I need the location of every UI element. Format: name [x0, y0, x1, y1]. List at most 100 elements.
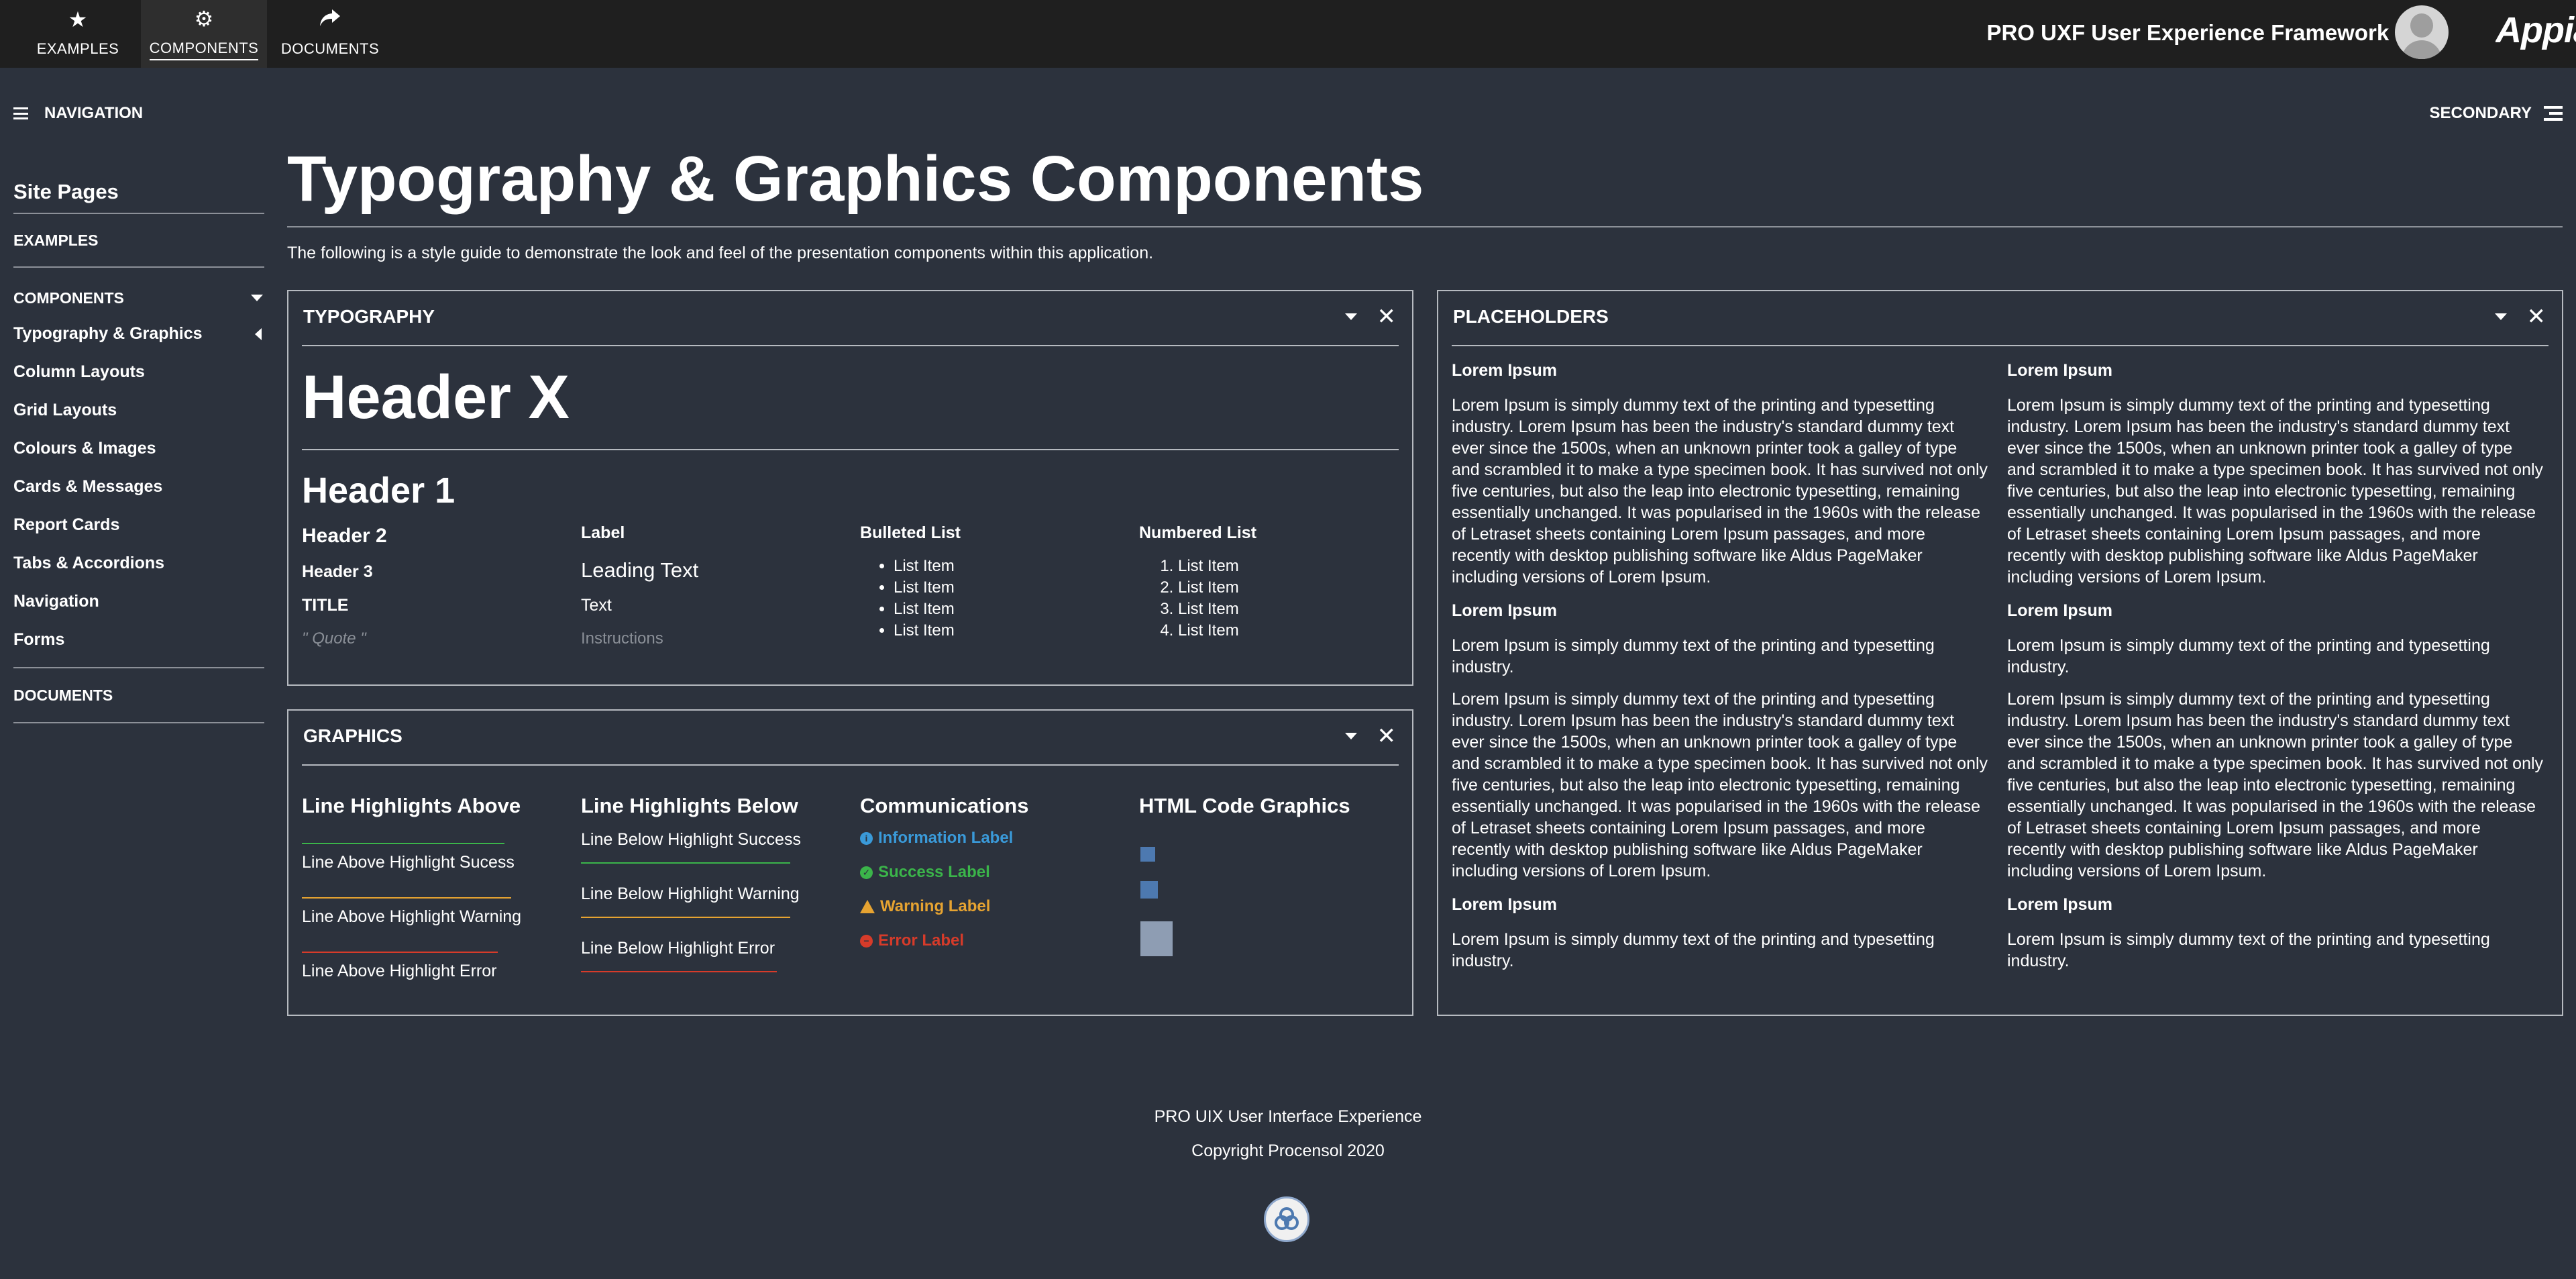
list-item: List Item — [1178, 620, 1239, 642]
placeholder-heading: Lorem Ipsum — [1452, 895, 1557, 914]
highlight-line-warning — [302, 897, 511, 899]
line-above-warning: Line Above Highlight Warning — [302, 907, 522, 926]
close-icon[interactable]: ✕ — [1377, 723, 1397, 750]
bulleted-list: List Item List Item List Item List Item — [860, 556, 955, 642]
placeholder-paragraph: Lorem Ipsum is simply dummy text of the … — [2007, 690, 2544, 880]
collapse-icon[interactable] — [2495, 313, 2507, 320]
close-icon[interactable]: ✕ — [1377, 303, 1397, 330]
sidebar-documents[interactable]: DOCUMENTS — [13, 668, 264, 722]
highlight-line-success — [581, 862, 790, 864]
avatar-body — [2402, 40, 2442, 59]
hamburger-icon — [13, 107, 28, 119]
code-graphic-large — [1140, 921, 1173, 956]
information-label: i Information Label — [860, 829, 1013, 848]
line-below-success: Line Below Highlight Success — [581, 830, 801, 849]
sidebar-item-label: Grid Layouts — [13, 401, 117, 419]
list-item: List Item — [894, 577, 955, 599]
chevron-down-icon — [251, 295, 263, 301]
placeholder-paragraph: Lorem Ipsum is simply dummy text of the … — [1452, 636, 1935, 676]
sidebar-examples-label: EXAMPLES — [13, 231, 99, 249]
sidebar-item-forms[interactable]: Forms — [13, 621, 264, 659]
placeholder-heading: Lorem Ipsum — [2007, 895, 2112, 914]
star-icon: ★ — [68, 7, 88, 32]
topnav-documents-label: DOCUMENTS — [280, 40, 380, 57]
sidebar-item-column-layouts[interactable]: Column Layouts — [13, 353, 264, 391]
gear-icon: ⚙ — [194, 7, 214, 31]
sidebar-documents-label: DOCUMENTS — [13, 686, 113, 704]
placeholder-paragraph: Lorem Ipsum is simply dummy text of the … — [2007, 396, 2544, 586]
collapse-icon[interactable] — [1345, 733, 1357, 739]
panel-title: GRAPHICS — [303, 725, 402, 746]
header-x: Header X — [302, 363, 570, 431]
brand-logo: Appian — [2496, 10, 2576, 50]
secondary-label: SECONDARY — [2429, 104, 2532, 122]
highlight-line-warning — [581, 917, 790, 918]
secondary-toggle[interactable]: SECONDARY — [2430, 104, 2563, 123]
html-code-graphics-title: HTML Code Graphics — [1139, 794, 1350, 817]
sidebar-title: Site Pages — [13, 180, 119, 203]
check-circle-icon: ✓ — [860, 866, 873, 879]
sidebar-item-label: Cards & Messages — [13, 477, 163, 496]
topnav-examples-label: EXAMPLES — [36, 40, 119, 57]
sidebar-components-label: COMPONENTS — [13, 289, 124, 307]
leading-text-sample: Leading Text — [581, 558, 699, 582]
topnav-documents[interactable]: DOCUMENTS — [267, 0, 393, 68]
sidebar: Site Pages EXAMPLES COMPONENTS Typograph… — [13, 180, 264, 723]
placeholder-paragraph: Lorem Ipsum is simply dummy text of the … — [2007, 636, 2490, 676]
sidebar-item-colours-images[interactable]: Colours & Images — [13, 429, 264, 468]
list-item: List Item — [894, 620, 955, 642]
navigation-toggle[interactable]: NAVIGATION — [13, 104, 143, 123]
error-label-text: Error Label — [878, 931, 965, 950]
navigation-label: NAVIGATION — [44, 104, 144, 122]
placeholder-paragraph: Lorem Ipsum is simply dummy text of the … — [2007, 930, 2490, 970]
text-sample: Text — [581, 596, 612, 615]
bulleted-list-title: Bulleted List — [860, 523, 961, 542]
warning-label-text: Warning Label — [880, 897, 991, 915]
panel-title: PLACEHOLDERS — [1453, 306, 1609, 327]
sidebar-item-label: Forms — [13, 630, 65, 649]
footer-product: PRO UIX User Interface Experience — [1154, 1107, 1422, 1126]
header-x-divider — [302, 449, 1399, 450]
header-1: Header 1 — [302, 470, 455, 511]
sidebar-item-report-cards[interactable]: Report Cards — [13, 506, 264, 544]
panel-header: GRAPHICS ✕ — [302, 711, 1399, 766]
app-title-dropdown[interactable]: PRO UXF User Experience Framework▼ — [1986, 20, 2408, 46]
sidebar-components[interactable]: COMPONENTS — [13, 281, 264, 315]
placeholder-paragraph: Lorem Ipsum is simply dummy text of the … — [1452, 690, 1988, 880]
line-highlights-below-title: Line Highlights Below — [581, 794, 798, 817]
sidebar-item-cards-messages[interactable]: Cards & Messages — [13, 468, 264, 506]
numbered-list-title: Numbered List — [1139, 523, 1257, 542]
topnav-examples[interactable]: ★ EXAMPLES — [15, 0, 141, 68]
panel-header: PLACEHOLDERS ✕ — [1452, 291, 2548, 346]
close-icon[interactable]: ✕ — [2527, 303, 2546, 330]
avatar-head — [2410, 13, 2433, 38]
procensol-logo[interactable] — [1264, 1196, 1309, 1242]
user-avatar[interactable] — [2395, 5, 2449, 59]
topnav-components-label: COMPONENTS — [149, 40, 259, 60]
numbered-list: List Item List Item List Item List Item — [1139, 556, 1239, 642]
code-graphic-small — [1140, 847, 1155, 862]
top-bar: ★ EXAMPLES ⚙ COMPONENTS DOCUMENTS PRO UX… — [0, 0, 2576, 68]
panel-title: TYPOGRAPHY — [303, 306, 435, 327]
sidebar-item-label: Report Cards — [13, 515, 120, 534]
sidebar-examples[interactable]: EXAMPLES — [13, 214, 264, 266]
info-icon: i — [860, 831, 873, 845]
list-item: List Item — [1178, 599, 1239, 620]
app-title: PRO UXF User Experience Framework — [1986, 20, 2390, 45]
placeholder-heading: Lorem Ipsum — [2007, 361, 2112, 380]
collapse-icon[interactable] — [1345, 313, 1357, 320]
topnav-components[interactable]: ⚙ COMPONENTS — [141, 0, 267, 68]
placeholder-heading: Lorem Ipsum — [1452, 601, 1557, 620]
sidebar-item-grid-layouts[interactable]: Grid Layouts — [13, 391, 264, 429]
sidebar-item-typography-graphics[interactable]: Typography & Graphics — [13, 315, 264, 353]
placeholder-heading: Lorem Ipsum — [2007, 601, 2112, 620]
sidebar-item-label: Column Layouts — [13, 362, 145, 381]
line-below-warning: Line Below Highlight Warning — [581, 884, 800, 903]
sidebar-divider — [13, 266, 264, 268]
highlight-line-success — [302, 843, 504, 844]
highlight-line-error — [302, 952, 498, 953]
sidebar-item-tabs-accordions[interactable]: Tabs & Accordions — [13, 544, 264, 582]
placeholder-paragraph: Lorem Ipsum is simply dummy text of the … — [1452, 396, 1988, 586]
sidebar-item-label: Tabs & Accordions — [13, 554, 165, 572]
sidebar-item-navigation[interactable]: Navigation — [13, 582, 264, 621]
